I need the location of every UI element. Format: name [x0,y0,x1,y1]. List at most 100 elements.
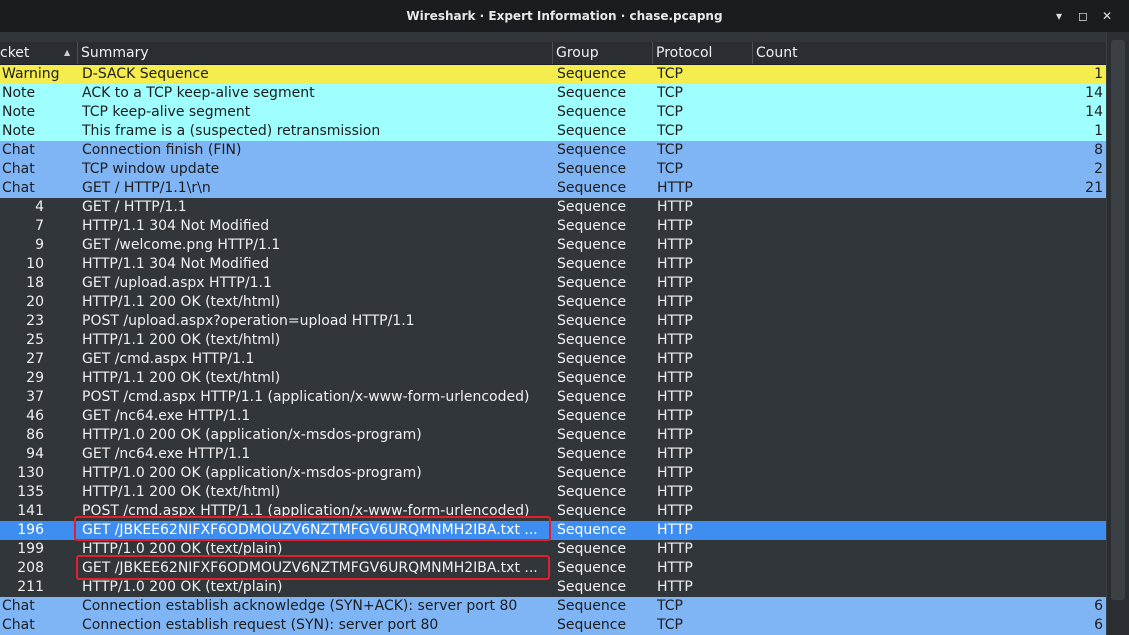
cell-protocol: HTTP [657,275,693,291]
cell-group: Sequence [557,313,627,329]
cell-protocol: TCP [657,598,683,614]
packet-row[interactable]: 9 GET /welcome.png HTTP/1.1 Sequence HTTP [0,236,1106,255]
close-icon[interactable]: ✕ [1099,8,1115,24]
column-header-packet[interactable]: cket ▲ [0,42,78,64]
cell-packet: 25 [26,332,44,348]
packet-row[interactable]: 46 GET /nc64.exe HTTP/1.1 Sequence HTTP [0,407,1106,426]
cell-protocol: TCP [657,142,683,158]
cell-packet: Chat [2,598,35,614]
cell-group: Sequence [557,256,627,272]
cell-protocol: HTTP [657,256,693,272]
cell-protocol: TCP [657,85,683,101]
cell-summary: HTTP/1.1 304 Not Modified [82,218,270,234]
cell-packet: 20 [26,294,44,310]
cell-summary: GET /cmd.aspx HTTP/1.1 [82,351,255,367]
cell-protocol: HTTP [657,541,693,557]
cell-count [757,350,1103,369]
cell-summary: Connection establish request (SYN): serv… [82,617,439,633]
cell-packet: Chat [2,180,35,196]
cell-group: Sequence [557,560,627,576]
cell-protocol: HTTP [657,579,693,595]
highlight-box [74,516,551,541]
packet-row[interactable]: 211 HTTP/1.0 200 OK (text/plain) Sequence H… [0,578,1106,597]
expert-group-row[interactable]: Warning D-SACK Sequence Sequence TCP 1 [0,65,1106,84]
cell-summary: TCP window update [82,161,220,177]
expert-group-row[interactable]: Note ACK to a TCP keep-alive segment Seque… [0,84,1106,103]
vertical-scrollbar[interactable] [1106,32,1129,635]
expert-group-row[interactable]: Chat Connection establish request (SYN): … [0,616,1106,635]
cell-summary: HTTP/1.1 200 OK (text/html) [82,294,281,310]
packet-row[interactable]: 130 HTTP/1.0 200 OK (application/x-msdos-… [0,464,1106,483]
packet-row[interactable]: 86 HTTP/1.0 200 OK (application/x-msdos-p… [0,426,1106,445]
cell-packet: 141 [17,503,44,519]
minimize-icon[interactable]: ▾ [1051,8,1067,24]
packet-row[interactable]: 23 POST /upload.aspx?operation=upload HTT… [0,312,1106,331]
cell-summary: POST /cmd.aspx HTTP/1.1 (application/x-w… [82,389,530,405]
column-header-group[interactable]: Group [553,42,653,64]
cell-group: Sequence [557,541,627,557]
expert-group-row[interactable]: Chat Connection finish (FIN) Sequence TCP 8 [0,141,1106,160]
expert-group-row[interactable]: Chat TCP window update Sequence TCP 2 [0,160,1106,179]
cell-group: Sequence [557,351,627,367]
cell-count [757,369,1103,388]
packet-row[interactable]: 20 HTTP/1.1 200 OK (text/html) Sequence HTT… [0,293,1106,312]
cell-count [757,331,1103,350]
cell-group: Sequence [557,427,627,443]
cell-group: Sequence [557,598,627,614]
cell-count [757,426,1103,445]
cell-summary: D-SACK Sequence [82,66,209,82]
cell-summary: HTTP/1.1 304 Not Modified [82,256,270,272]
cell-protocol: TCP [657,123,683,139]
expert-group-row[interactable]: Note This frame is a (suspected) retransm… [0,122,1106,141]
cell-packet: Chat [2,142,35,158]
cell-summary: HTTP/1.1 200 OK (text/html) [82,370,281,386]
cell-protocol: HTTP [657,351,693,367]
cell-summary: GET /nc64.exe HTTP/1.1 [82,446,251,462]
cell-count: 14 [1085,104,1103,120]
column-header-protocol[interactable]: Protocol [653,42,753,64]
packet-row[interactable]: 135 HTTP/1.1 200 OK (text/html) Sequence HT… [0,483,1106,502]
cell-packet: Note [2,123,36,139]
cell-group: Sequence [557,237,627,253]
cell-protocol: HTTP [657,427,693,443]
cell-group: Sequence [557,617,627,633]
packet-row[interactable]: 18 GET /upload.aspx HTTP/1.1 Sequence HTTP [0,274,1106,293]
sort-ascending-icon: ▲ [64,48,71,57]
cell-group: Sequence [557,503,627,519]
column-header-count[interactable]: Count [753,42,1106,64]
cell-packet: 10 [26,256,44,272]
cell-packet: 211 [17,579,44,595]
cell-count [757,312,1103,331]
packet-row[interactable]: 29 HTTP/1.1 200 OK (text/html) Sequence HTT… [0,369,1106,388]
cell-summary: GET / HTTP/1.1 [82,199,187,215]
cell-group: Sequence [557,408,627,424]
table-header: cket ▲ Summary Group Protocol Count [0,42,1106,65]
cell-group: Sequence [557,66,627,82]
cell-protocol: HTTP [657,332,693,348]
cell-count [757,293,1103,312]
cell-count [757,388,1103,407]
cell-count: 1 [1094,123,1103,139]
packet-row[interactable]: 94 GET /nc64.exe HTTP/1.1 Sequence HTTP [0,445,1106,464]
cell-count [757,540,1103,559]
cell-packet: 29 [26,370,44,386]
cell-protocol: HTTP [657,180,693,196]
cell-count [757,274,1103,293]
cell-protocol: HTTP [657,199,693,215]
packet-row[interactable]: 37 POST /cmd.aspx HTTP/1.1 (application/x… [0,388,1106,407]
cell-packet: 199 [17,541,44,557]
column-header-summary[interactable]: Summary [78,42,553,64]
packet-row[interactable]: 25 HTTP/1.1 200 OK (text/html) Sequence HTT… [0,331,1106,350]
scrollbar-thumb[interactable] [1111,40,1125,600]
packet-row[interactable]: 7 HTTP/1.1 304 Not Modified Sequence HTTP [0,217,1106,236]
restore-icon[interactable]: ◻ [1075,8,1091,24]
packet-row[interactable]: 27 GET /cmd.aspx HTTP/1.1 Sequence HTTP [0,350,1106,369]
cell-count [757,559,1103,578]
cell-packet: 37 [26,389,44,405]
expert-group-row[interactable]: Chat Connection establish acknowledge (SY… [0,597,1106,616]
cell-count [757,521,1103,540]
packet-row[interactable]: 10 HTTP/1.1 304 Not Modified Sequence HTTP [0,255,1106,274]
expert-group-row[interactable]: Chat GET / HTTP/1.1\r\n Sequence HTTP 21 [0,179,1106,198]
packet-row[interactable]: 4 GET / HTTP/1.1 Sequence HTTP [0,198,1106,217]
expert-group-row[interactable]: Note TCP keep-alive segment Sequence TCP 14 [0,103,1106,122]
